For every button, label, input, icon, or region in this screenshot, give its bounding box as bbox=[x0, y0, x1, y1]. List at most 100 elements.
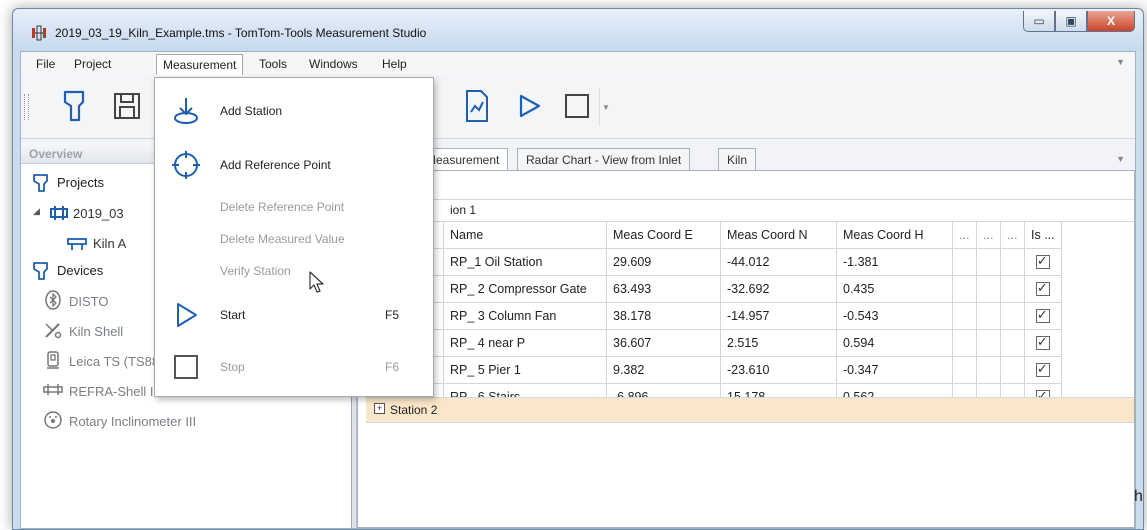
tab-radar-chart[interactable]: Radar Chart - View from Inlet bbox=[517, 148, 691, 170]
toolbar-grip[interactable] bbox=[24, 94, 29, 120]
menubar-overflow-icon[interactable]: ▼ bbox=[1116, 57, 1125, 67]
column-header-name[interactable]: Name bbox=[443, 221, 607, 249]
new-project-icon[interactable] bbox=[59, 88, 91, 124]
menu-item-add-station[interactable]: Add Station bbox=[155, 84, 433, 136]
stop-icon[interactable] bbox=[561, 88, 593, 124]
menu-item-start[interactable]: Start F5 bbox=[155, 288, 433, 340]
is-checkbox[interactable] bbox=[1035, 361, 1050, 378]
is-checkbox[interactable] bbox=[1035, 334, 1050, 351]
column-header-meas-coord-h[interactable]: Meas Coord H bbox=[836, 221, 953, 249]
menu-tools[interactable]: Tools bbox=[254, 57, 292, 71]
menu-item-verify-station[interactable]: Verify Station bbox=[220, 264, 291, 278]
coord-h-cell[interactable]: 0.594 bbox=[836, 329, 953, 357]
edge-text: h bbox=[1134, 488, 1143, 505]
menu-file[interactable]: File bbox=[31, 57, 60, 71]
is-checkbox[interactable] bbox=[1035, 253, 1050, 270]
collapse-arrow-icon[interactable]: ◢ bbox=[33, 206, 40, 217]
is-cell[interactable] bbox=[1024, 329, 1062, 357]
column-header-more[interactable]: ... bbox=[1000, 221, 1025, 249]
is-checkbox[interactable] bbox=[1035, 280, 1050, 297]
app-logo-icon bbox=[32, 25, 46, 41]
coord-e-cell[interactable]: 29.609 bbox=[606, 248, 721, 276]
start-icon[interactable] bbox=[513, 88, 545, 124]
coord-h-cell[interactable]: -0.347 bbox=[836, 356, 953, 384]
coord-e-cell[interactable]: 38.178 bbox=[606, 302, 721, 330]
devices-folder-icon bbox=[33, 262, 48, 280]
is-cell[interactable] bbox=[1024, 275, 1062, 303]
maximize-button[interactable]: ▣ bbox=[1055, 11, 1087, 32]
is-checkbox[interactable] bbox=[1035, 307, 1050, 324]
device-label: Kiln Shell bbox=[69, 324, 124, 339]
expand-plus-icon[interactable]: + bbox=[374, 403, 385, 414]
extra-cell bbox=[952, 275, 977, 303]
kiln-project-icon bbox=[50, 206, 68, 220]
table-row[interactable]: RP_ 3 Column Fan 38.178 -14.957 -0.543 bbox=[403, 302, 1062, 330]
menu-item-add-reference-point[interactable]: Add Reference Point bbox=[155, 138, 433, 190]
toolbar-overflow-icon[interactable]: ▼ bbox=[599, 88, 612, 126]
coord-n-cell[interactable]: -32.692 bbox=[720, 275, 837, 303]
table-header-row: Name Meas Coord E Meas Coord N Meas Coor… bbox=[403, 221, 1062, 249]
menu-bar: File Project Measurement Tools Windows H… bbox=[21, 52, 1135, 76]
station-1-row[interactable]: ion 1 bbox=[366, 199, 1134, 222]
minimize-button[interactable]: ▭ bbox=[1023, 11, 1055, 32]
extra-cell bbox=[976, 248, 1001, 276]
station-2-row[interactable]: + Station 2 bbox=[366, 397, 1134, 423]
name-cell[interactable]: RP_ 4 near P bbox=[443, 329, 607, 357]
menu-help[interactable]: Help bbox=[377, 57, 412, 71]
menu-project[interactable]: Project bbox=[69, 57, 116, 71]
table-row[interactable]: RP_1 Oil Station 29.609 -44.012 -1.381 bbox=[403, 248, 1062, 276]
is-cell[interactable] bbox=[1024, 248, 1062, 276]
devices-label: Devices bbox=[57, 263, 104, 278]
extra-cell bbox=[976, 302, 1001, 330]
menu-item-delete-measured-value[interactable]: Delete Measured Value bbox=[220, 232, 345, 246]
extra-cell bbox=[952, 356, 977, 384]
laser-scanner-icon bbox=[45, 323, 62, 339]
extra-cell bbox=[1000, 248, 1025, 276]
coord-n-cell[interactable]: -23.610 bbox=[720, 356, 837, 384]
save-icon[interactable] bbox=[111, 88, 143, 124]
mouse-cursor-icon bbox=[309, 271, 324, 293]
device-item[interactable]: Rotary Inclinometer III bbox=[21, 406, 351, 436]
coord-n-cell[interactable]: 2.515 bbox=[720, 329, 837, 357]
device-label: DISTO bbox=[69, 294, 109, 309]
column-header-meas-coord-n[interactable]: Meas Coord N bbox=[720, 221, 837, 249]
menu-windows[interactable]: Windows bbox=[304, 57, 363, 71]
menu-measurement[interactable]: Measurement bbox=[156, 54, 244, 75]
coord-e-cell[interactable]: 63.493 bbox=[606, 275, 721, 303]
table-row[interactable]: RP_ 2 Compressor Gate 63.493 -32.692 0.4… bbox=[403, 275, 1062, 303]
is-cell[interactable] bbox=[1024, 356, 1062, 384]
title-bar[interactable]: 2019_03_19_Kiln_Example.tms - TomTom-Too… bbox=[13, 9, 1143, 51]
column-header-more[interactable]: ... bbox=[952, 221, 977, 249]
close-icon: X bbox=[1106, 14, 1115, 28]
column-header-is[interactable]: Is ... bbox=[1024, 221, 1062, 249]
coord-h-cell[interactable]: -1.381 bbox=[836, 248, 953, 276]
name-cell[interactable]: RP_ 3 Column Fan bbox=[443, 302, 607, 330]
export-image-icon[interactable] bbox=[461, 88, 493, 124]
table-row[interactable]: RP_ 5 Pier 1 9.382 -23.610 -0.347 bbox=[403, 356, 1062, 384]
coord-h-cell[interactable]: 0.435 bbox=[836, 275, 953, 303]
reference-points-table: Name Meas Coord E Meas Coord N Meas Coor… bbox=[403, 221, 1062, 411]
coord-n-cell[interactable]: -14.957 bbox=[720, 302, 837, 330]
table-row[interactable]: RP_ 4 near P 36.607 2.515 0.594 bbox=[403, 329, 1062, 357]
measurement-pane: ion 1 Name Meas Coord E Meas Coord N Mea… bbox=[357, 170, 1135, 528]
coord-e-cell[interactable]: 9.382 bbox=[606, 356, 721, 384]
coord-h-cell[interactable]: -0.543 bbox=[836, 302, 953, 330]
column-header-more[interactable]: ... bbox=[976, 221, 1001, 249]
close-button[interactable]: X bbox=[1087, 11, 1135, 32]
column-header-meas-coord-e[interactable]: Meas Coord E bbox=[606, 221, 721, 249]
coord-n-cell[interactable]: -44.012 bbox=[720, 248, 837, 276]
name-cell[interactable]: RP_1 Oil Station bbox=[443, 248, 607, 276]
is-cell[interactable] bbox=[1024, 302, 1062, 330]
menu-item-label: Start bbox=[220, 308, 246, 322]
name-cell[interactable]: RP_ 2 Compressor Gate bbox=[443, 275, 607, 303]
window-title: 2019_03_19_Kiln_Example.tms - TomTom-Too… bbox=[55, 26, 427, 40]
minimize-icon: ▭ bbox=[1033, 14, 1045, 28]
tabs-overflow-icon[interactable]: ▼ bbox=[1116, 154, 1125, 164]
coord-e-cell[interactable]: 36.607 bbox=[606, 329, 721, 357]
name-cell[interactable]: RP_ 5 Pier 1 bbox=[443, 356, 607, 384]
menu-item-delete-reference-point[interactable]: Delete Reference Point bbox=[220, 200, 344, 214]
crosshair-icon bbox=[172, 151, 200, 179]
project-name: 2019_03 bbox=[73, 206, 124, 221]
tab-kiln[interactable]: Kiln bbox=[718, 148, 757, 170]
menu-item-stop[interactable]: Stop F6 bbox=[155, 340, 433, 392]
